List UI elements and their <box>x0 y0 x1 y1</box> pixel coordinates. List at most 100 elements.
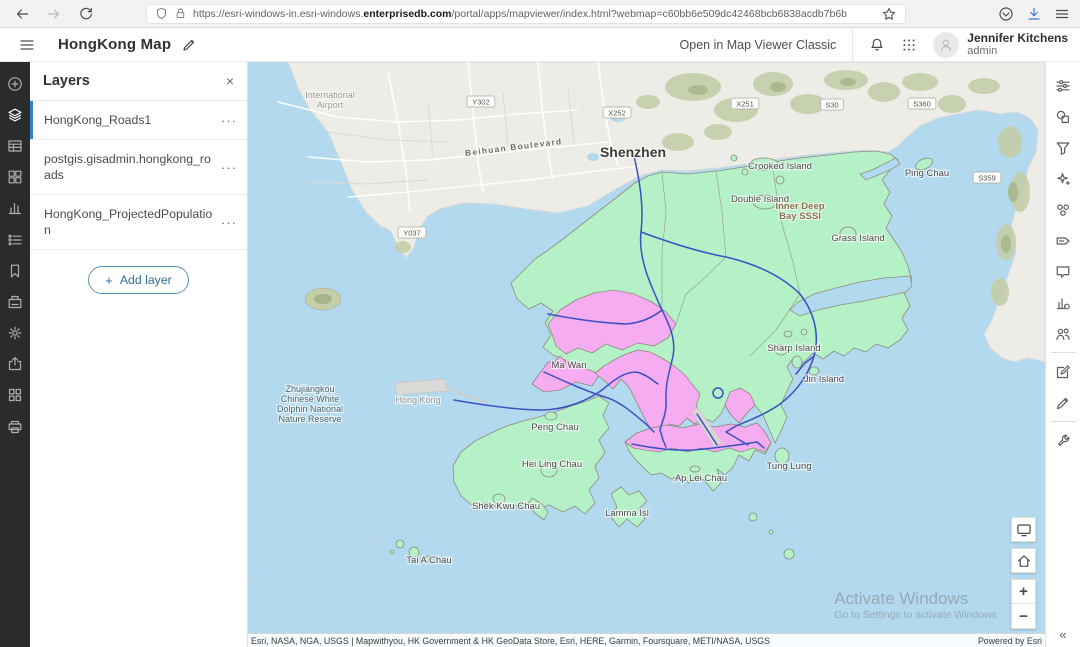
layer-options-icon[interactable]: ··· <box>221 215 237 230</box>
apps-icon <box>7 387 23 403</box>
notifications-bell-icon[interactable] <box>869 37 885 53</box>
toolbar-effects-button[interactable] <box>1052 168 1074 190</box>
toolbar-chart-settings-button[interactable] <box>1052 292 1074 314</box>
svg-text:S30: S30 <box>825 101 838 110</box>
toolbar-basemap-button[interactable] <box>4 166 26 188</box>
menu-icon[interactable] <box>16 34 38 56</box>
share-icon <box>7 356 23 372</box>
road-shield: X252 <box>603 107 631 118</box>
toolbar-charts-button[interactable] <box>4 197 26 219</box>
aggregation-icon <box>1055 202 1071 218</box>
map-label: Ping Chau <box>905 168 949 179</box>
layer-item[interactable]: HongKong_Roads1 ··· <box>30 101 247 140</box>
toolbar-apps-button[interactable] <box>4 384 26 406</box>
toolbar-properties-button[interactable] <box>1052 75 1074 97</box>
map-label: Double Island <box>731 194 789 205</box>
toolbar-add-button[interactable] <box>4 73 26 95</box>
sharing-icon <box>1055 326 1071 342</box>
app-launcher-icon[interactable] <box>901 37 917 53</box>
plus-icon: + <box>105 274 113 287</box>
layer-item[interactable]: postgis.gisadmin.hongkong_roads··· <box>30 140 247 195</box>
toolbar-tables-button[interactable] <box>4 135 26 157</box>
back-icon[interactable] <box>10 3 34 25</box>
toolbar-layers-button[interactable] <box>4 104 26 126</box>
toolbar-filter-button[interactable] <box>1052 137 1074 159</box>
toolbar-measure-button[interactable] <box>1052 430 1074 452</box>
popups-icon <box>1055 264 1071 280</box>
edit-title-icon[interactable] <box>181 37 197 53</box>
charts-icon <box>7 200 23 216</box>
app-header: HongKong Map Open in Map Viewer Classic … <box>0 28 1080 62</box>
toolbar-print-button[interactable] <box>4 416 26 438</box>
screen-overview-button[interactable] <box>1011 517 1036 542</box>
layer-item[interactable]: HongKong_ProjectedPopulation··· <box>30 195 247 250</box>
zoom-in-button[interactable]: + <box>1011 579 1036 604</box>
map-label: Peng Chau <box>531 422 579 433</box>
save-icon <box>7 294 23 310</box>
toolbar-labels-button[interactable] <box>1052 230 1074 252</box>
labels-icon <box>1055 233 1071 249</box>
forward-icon[interactable] <box>42 3 66 25</box>
powered-by-esri: Powered by Esri <box>978 636 1042 646</box>
toolbar-share-button[interactable] <box>4 353 26 375</box>
reload-icon[interactable] <box>74 3 98 25</box>
map-label: Shenzhen <box>600 144 666 160</box>
browser-menu-icon[interactable] <box>1054 6 1070 22</box>
tables-icon <box>7 138 23 154</box>
map-canvas[interactable]: Y302X252X251S30S360S359Y037 Internationa… <box>248 62 1045 647</box>
toolbar-legend-button[interactable] <box>4 229 26 251</box>
styles-icon <box>1055 109 1071 125</box>
layers-panel-title: Layers <box>43 73 90 89</box>
layer-options-icon[interactable]: ··· <box>221 160 237 175</box>
open-classic-link[interactable]: Open in Map Viewer Classic <box>680 38 837 52</box>
avatar <box>933 32 959 58</box>
toolbar-sketch-button[interactable] <box>1052 392 1074 414</box>
toolbar-edit-button[interactable] <box>1052 361 1074 383</box>
svg-text:X251: X251 <box>736 100 754 109</box>
shield-icon <box>155 7 168 20</box>
toolbar-aggregation-button[interactable] <box>1052 199 1074 221</box>
peng-chau-island <box>545 412 557 420</box>
right-toolbar: « <box>1045 62 1080 647</box>
toolbar-bookmarks-button[interactable] <box>4 260 26 282</box>
toolbar-map-properties-button[interactable] <box>4 322 26 344</box>
home-button[interactable] <box>1011 548 1036 573</box>
properties-icon <box>1055 78 1071 94</box>
downloads-icon[interactable] <box>1026 6 1042 22</box>
lock-icon <box>174 7 187 20</box>
close-icon[interactable]: × <box>226 74 234 88</box>
road-shield: S30 <box>821 99 844 110</box>
url-text: https://esri-windows-in.esri-windows.ent… <box>193 8 847 20</box>
print-icon <box>7 419 23 435</box>
layer-name: HongKong_Roads1 <box>44 112 157 128</box>
collapse-toolbar-icon[interactable]: « <box>1059 627 1066 642</box>
layers-icon <box>7 107 23 123</box>
map-label: Jin Island <box>804 374 844 385</box>
toolbar-popups-button[interactable] <box>1052 261 1074 283</box>
effects-icon <box>1055 171 1071 187</box>
bookmark-star-icon[interactable] <box>881 6 897 22</box>
map-label: Ap Lei Chau <box>675 473 727 484</box>
user-menu[interactable]: Jennifer Kitchens admin <box>933 32 1068 58</box>
svg-text:S359: S359 <box>978 174 996 183</box>
map-properties-icon <box>7 325 23 341</box>
url-bar[interactable]: https://esri-windows-in.esri-windows.ent… <box>146 4 906 24</box>
add-layer-button[interactable]: + Add layer <box>88 266 189 294</box>
map-area[interactable]: Y302X252X251S30S360S359Y037 Internationa… <box>248 62 1045 647</box>
bookmarks-icon <box>7 263 23 279</box>
chart-settings-icon <box>1055 295 1071 311</box>
map-label: Shek Kwu Chau <box>472 501 540 512</box>
layer-options-icon[interactable]: ··· <box>221 113 237 128</box>
map-label: Tung Lung <box>766 461 811 472</box>
map-label: Crooked Island <box>748 161 812 172</box>
user-role: admin <box>967 45 1068 58</box>
zoom-out-button[interactable]: − <box>1011 604 1036 629</box>
road-shield: S360 <box>908 98 936 109</box>
toolbar-divider <box>1051 352 1076 353</box>
map-controls: + − <box>1011 517 1036 629</box>
toolbar-styles-button[interactable] <box>1052 106 1074 128</box>
toolbar-sharing-button[interactable] <box>1052 323 1074 345</box>
pocket-icon[interactable] <box>998 6 1014 22</box>
toolbar-save-button[interactable] <box>4 291 26 313</box>
svg-text:X252: X252 <box>608 109 626 118</box>
